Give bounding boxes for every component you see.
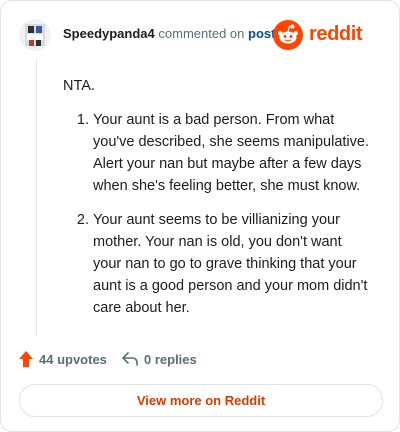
comment-byline: Speedypanda4 commented on post bbox=[63, 26, 275, 41]
reddit-wordmark: reddit bbox=[309, 23, 363, 45]
upvote-button[interactable]: 44 upvotes bbox=[19, 349, 107, 369]
thread-line bbox=[36, 59, 37, 336]
comment-list-item: Your aunt is a bad person. From what you… bbox=[93, 109, 373, 197]
comment-list: Your aunt is a bad person. From what you… bbox=[63, 109, 373, 319]
post-link[interactable]: post bbox=[248, 26, 275, 41]
view-more-button[interactable]: View more on Reddit bbox=[19, 384, 383, 417]
reddit-logo-icon bbox=[273, 20, 303, 55]
comment-intro: NTA. bbox=[63, 78, 95, 94]
comment-list-item: Your aunt seems to be villianizing your … bbox=[93, 209, 373, 319]
comment-body: NTA. Your aunt is a bad person. From wha… bbox=[63, 75, 373, 331]
user-avatar[interactable] bbox=[19, 19, 51, 51]
upvote-arrow-icon bbox=[19, 351, 39, 367]
comment-header: Speedypanda4 commented on post reddit bbox=[19, 17, 387, 53]
commented-on-text: commented on bbox=[158, 26, 245, 41]
upvote-count: 44 upvotes bbox=[39, 351, 107, 367]
reddit-brand[interactable]: reddit bbox=[273, 20, 385, 50]
comment-embed-card: Speedypanda4 commented on post reddit NT… bbox=[0, 0, 400, 432]
reply-count: 0 replies bbox=[144, 351, 197, 367]
replies-button[interactable]: 0 replies bbox=[122, 349, 197, 369]
reply-arrow-icon bbox=[122, 352, 144, 366]
username-link[interactable]: Speedypanda4 bbox=[63, 26, 155, 41]
